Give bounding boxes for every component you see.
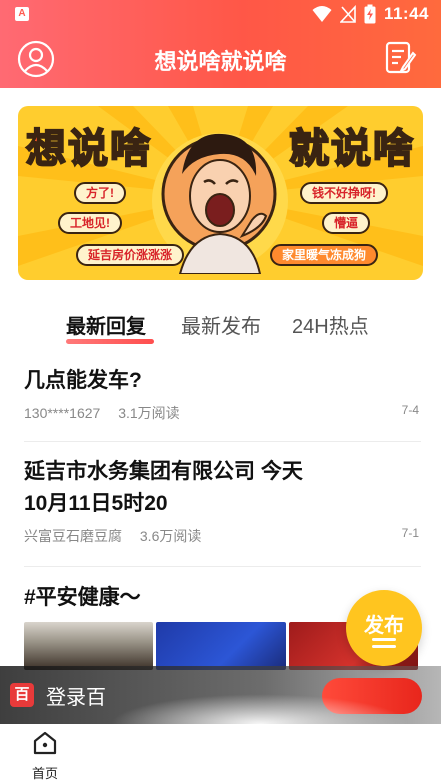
clock: 11:44 <box>383 4 429 23</box>
banner-bubble: 方了! <box>74 182 126 204</box>
post-date: 7-4 <box>401 403 419 417</box>
post-title-line: 10月11日5时20 <box>24 492 168 515</box>
page-title: 想说啥就说啥 <box>154 49 287 74</box>
tab-latest-replies[interactable]: 最新回复 <box>66 310 146 339</box>
bottom-nav: 首页 <box>0 694 441 784</box>
nav-home-label: 首页 <box>31 766 58 781</box>
banner-bubble: 工地见! <box>58 212 122 234</box>
no-signal-icon <box>339 5 356 23</box>
post-meta: 兴富豆石磨豆腐 3.6万阅读 7-1 <box>24 526 419 544</box>
banner-bubble: 懵逼 <box>322 212 371 234</box>
banner-word-left: 想说啥 <box>25 126 152 172</box>
nav-glow-decoration <box>110 694 410 754</box>
post-read-count: 3.6万阅读 <box>139 528 202 544</box>
home-icon <box>33 731 57 755</box>
active-tab-indicator <box>66 339 154 344</box>
post-title-line: 延吉市水务集团有限公司 今天 <box>24 460 303 483</box>
post-title: 几点能发车? <box>24 369 142 392</box>
feed-item[interactable]: 几点能发车? 130****1627 3.1万阅读 7-4 <box>24 365 419 421</box>
compose-button[interactable] <box>385 41 417 75</box>
app-notification-icon: A <box>15 7 29 21</box>
post-thumbnail[interactable] <box>24 622 154 670</box>
post-thumbnail[interactable] <box>156 622 286 670</box>
menu-lines-icon <box>372 638 396 652</box>
battery-charging-icon <box>364 4 376 24</box>
banner-bubble: 家里暖气冻成狗 <box>270 244 379 266</box>
divider <box>24 566 421 567</box>
wifi-icon <box>312 6 332 22</box>
post-date: 7-1 <box>401 526 419 540</box>
app-header: 想说啥就说啥 <box>0 30 441 88</box>
post-meta: 130****1627 3.1万阅读 7-4 <box>24 403 419 421</box>
banner-word-right: 就说啥 <box>288 126 415 172</box>
tab-24h-hot[interactable]: 24H热点 <box>292 310 369 339</box>
tab-latest-posts[interactable]: 最新发布 <box>181 310 261 339</box>
publish-fab[interactable]: 发布 <box>346 590 422 666</box>
login-prompt: 登录百 <box>46 687 106 709</box>
banner-bubble: 延吉房价涨涨涨 <box>76 244 185 266</box>
promo-banner[interactable]: 想说啥 就说啥 方了! 工地见! 延吉房价涨涨涨 钱不好挣呀! 懵逼 家里暖气冻… <box>18 106 423 280</box>
divider <box>24 441 421 442</box>
nav-home[interactable]: 首页 <box>24 730 66 782</box>
system-icons: 11:44 <box>312 4 429 24</box>
feed-item[interactable]: 延吉市水务集团有限公司 今天 10月11日5时20 兴富豆石磨豆腐 3.6万阅读… <box>24 456 419 544</box>
post-author: 130****1627 <box>24 405 101 421</box>
edit-note-icon <box>385 41 417 74</box>
top-bar: A 11:44 想说啥就说啥 <box>0 0 441 88</box>
banner-bubble: 钱不好挣呀! <box>300 182 388 204</box>
publish-fab-label: 发布 <box>364 615 404 637</box>
post-author: 兴富豆石磨豆腐 <box>24 528 122 544</box>
status-bar: A 11:44 <box>0 0 441 30</box>
baidu-logo-icon: 百 <box>10 683 34 707</box>
post-read-count: 3.1万阅读 <box>118 405 180 421</box>
feed-tabs: 最新回复 最新发布 24H热点 <box>0 306 441 346</box>
